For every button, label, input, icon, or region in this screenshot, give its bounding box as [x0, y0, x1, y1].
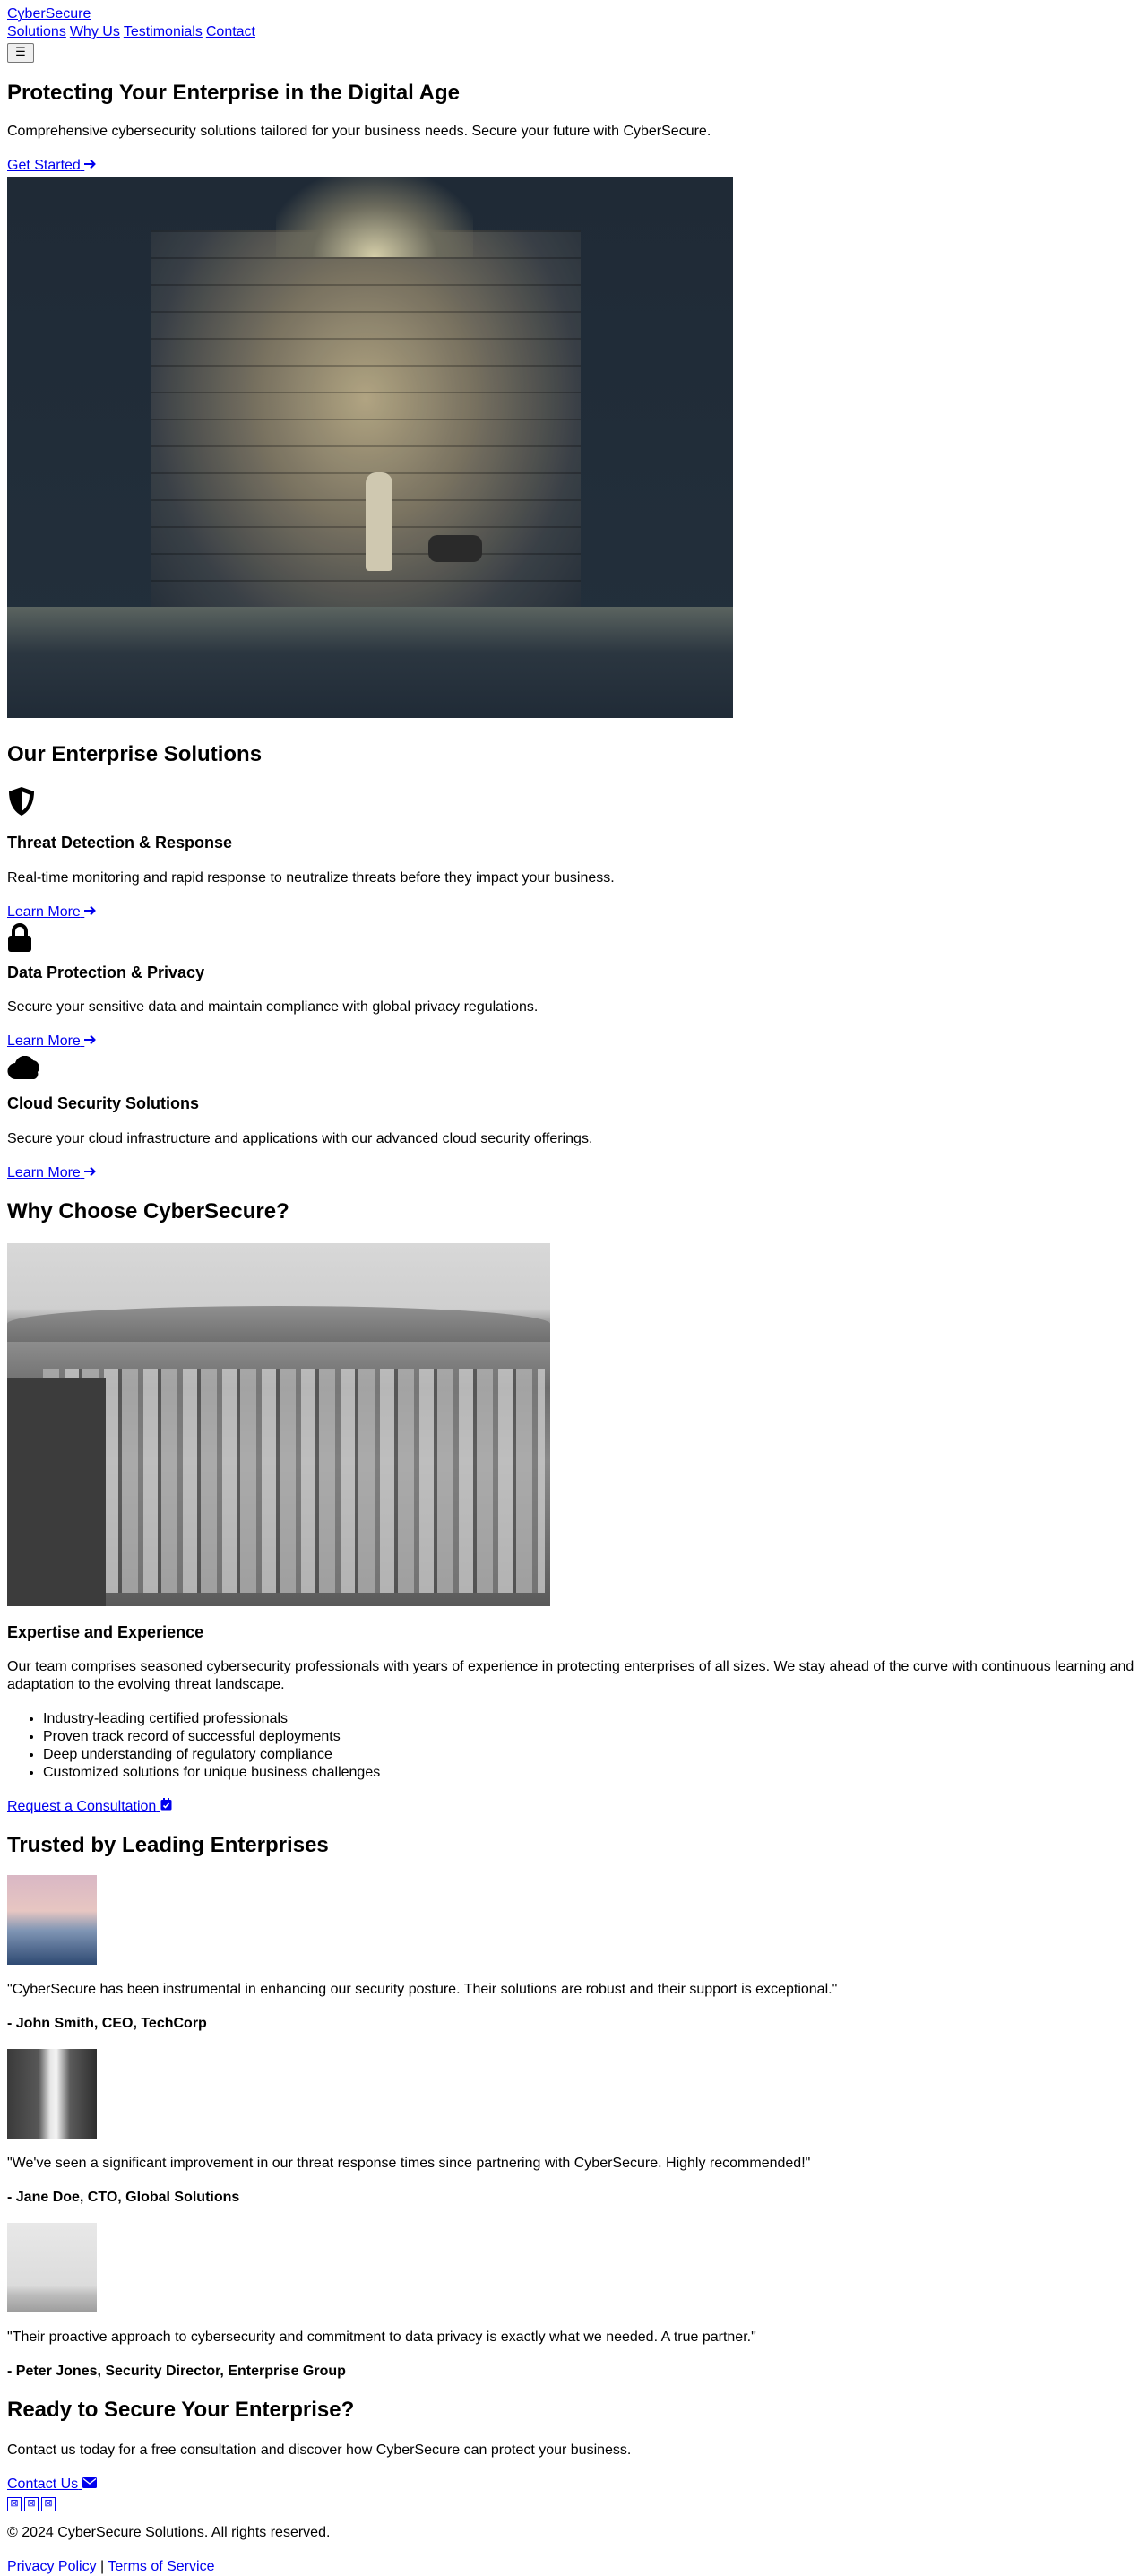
arrow-right-icon: [84, 1034, 97, 1045]
social-icon-3[interactable]: ⊠: [41, 2497, 56, 2511]
testimonials-section: Trusted by Leading Enterprises "CyberSec…: [7, 1832, 1140, 2381]
testimonial-card: "CyberSecure has been instrumental in en…: [7, 1875, 1140, 2033]
why-body: Our team comprises seasoned cybersecurit…: [7, 1659, 1134, 1692]
why-heading: Why Choose CyberSecure?: [7, 1198, 289, 1223]
social-icon-2[interactable]: ⊠: [24, 2497, 39, 2511]
list-item: Deep understanding of regulatory complia…: [43, 1746, 1140, 1764]
nav-link-solutions[interactable]: Solutions: [7, 24, 66, 39]
learn-more-label: Learn More: [7, 903, 81, 920]
learn-more-label: Learn More: [7, 1164, 81, 1180]
list-item: Customized solutions for unique business…: [43, 1764, 1140, 1782]
contact-body: Contact us today for a free consultation…: [7, 2442, 632, 2458]
arrow-right-icon: [84, 1166, 97, 1176]
learn-more-link[interactable]: Learn More: [7, 904, 97, 920]
brand-link[interactable]: CyberSecure: [7, 6, 91, 22]
nav-links: Solutions Why Us Testimonials Contact: [7, 23, 1140, 41]
contact-section: Ready to Secure Your Enterprise? Contact…: [7, 2397, 1140, 2494]
testimonial-author: - Jane Doe, CTO, Global Solutions: [7, 2190, 240, 2205]
get-started-label: Get Started: [7, 158, 81, 173]
learn-more-link[interactable]: Learn More: [7, 1033, 97, 1049]
social-icon-1[interactable]: ⊠: [7, 2497, 22, 2511]
testimonial-quote: "CyberSecure has been instrumental in en…: [7, 1982, 838, 1997]
testimonial-author: - Peter Jones, Security Director, Enterp…: [7, 2364, 346, 2379]
nav-link-contact[interactable]: Contact: [206, 24, 255, 39]
solution-card: Cloud Security Solutions Secure your clo…: [7, 1056, 1140, 1182]
contact-us-label: Contact Us: [7, 2477, 79, 2492]
why-subheading: Expertise and Experience: [7, 1622, 204, 1641]
contact-us-button[interactable]: Contact Us: [7, 2477, 97, 2492]
testimonial-author: - John Smith, CEO, TechCorp: [7, 2016, 207, 2031]
request-consultation-label: Request a Consultation: [7, 1799, 157, 1814]
nav-link-why-us[interactable]: Why Us: [70, 24, 120, 39]
testimonial-quote: "We've seen a significant improvement in…: [7, 2156, 811, 2171]
solution-title: Data Protection & Privacy: [7, 963, 205, 981]
hamburger-icon: ☰: [15, 45, 26, 58]
nav-link-testimonials[interactable]: Testimonials: [124, 24, 203, 39]
solution-description: Secure your cloud infrastructure and app…: [7, 1130, 593, 1146]
why-section: Why Choose CyberSecure? Expertise and Ex…: [7, 1198, 1140, 1817]
why-list: Industry-leading certified professionals…: [7, 1710, 1140, 1782]
city-image: [7, 1242, 550, 1606]
footer-separator: |: [100, 2559, 105, 2574]
solutions-heading: Our Enterprise Solutions: [7, 742, 263, 766]
solution-card: Threat Detection & Response Real-time mo…: [7, 786, 1140, 921]
envelope-icon: [82, 2477, 97, 2488]
terms-of-service-link[interactable]: Terms of Service: [108, 2559, 214, 2574]
solution-description: Real-time monitoring and rapid response …: [7, 869, 615, 886]
learn-more-label: Learn More: [7, 1033, 81, 1049]
learn-more-link[interactable]: Learn More: [7, 1165, 97, 1180]
privacy-policy-link[interactable]: Privacy Policy: [7, 2559, 97, 2574]
testimonials-heading: Trusted by Leading Enterprises: [7, 1833, 329, 1857]
shield-icon: [9, 787, 34, 816]
list-item: Proven track record of successful deploy…: [43, 1728, 1140, 1746]
testimonial-card: "We've seen a significant improvement in…: [7, 2049, 1140, 2207]
copyright-text: © 2024 CyberSecure Solutions. All rights…: [7, 2525, 331, 2540]
solution-description: Secure your sensitive data and maintain …: [7, 999, 539, 1015]
navbar: CyberSecure Solutions Why Us Testimonials C…: [7, 0, 1140, 63]
contact-heading: Ready to Secure Your Enterprise?: [7, 2398, 355, 2422]
testimonial-card: "Their proactive approach to cybersecuri…: [7, 2223, 1140, 2381]
testimonial-image: [7, 1875, 97, 1965]
arrow-right-icon: [84, 905, 97, 915]
arrow-right-icon: [84, 159, 97, 169]
solutions-section: Our Enterprise Solutions Threat Detectio…: [7, 741, 1140, 1182]
solution-title: Threat Detection & Response: [7, 834, 233, 851]
hero-section: Protecting Your Enterprise in the Digita…: [7, 80, 1140, 718]
solution-card: Data Protection & Privacy Secure your se…: [7, 922, 1140, 1051]
social-links: ⊠ ⊠ ⊠: [7, 2494, 1140, 2511]
request-consultation-button[interactable]: Request a Consultation: [7, 1798, 172, 1814]
menu-toggle-button[interactable]: ☰: [7, 43, 34, 63]
hero-image: [7, 177, 733, 718]
hero-title: Protecting Your Enterprise in the Digita…: [7, 81, 460, 105]
testimonial-quote: "Their proactive approach to cybersecuri…: [7, 2330, 756, 2345]
list-item: Industry-leading certified professionals: [43, 1710, 1140, 1728]
testimonial-image: [7, 2223, 97, 2312]
solution-title: Cloud Security Solutions: [7, 1094, 200, 1112]
lock-icon: [8, 922, 31, 952]
cloud-icon: [7, 1056, 39, 1079]
footer: ⊠ ⊠ ⊠ © 2024 CyberSecure Solutions. All ri…: [7, 2494, 1140, 2576]
hero-subtitle: Comprehensive cybersecurity solutions ta…: [7, 124, 711, 139]
testimonial-image: [7, 2049, 97, 2139]
get-started-button[interactable]: Get Started: [7, 158, 97, 173]
calendar-check-icon: [160, 1798, 172, 1811]
